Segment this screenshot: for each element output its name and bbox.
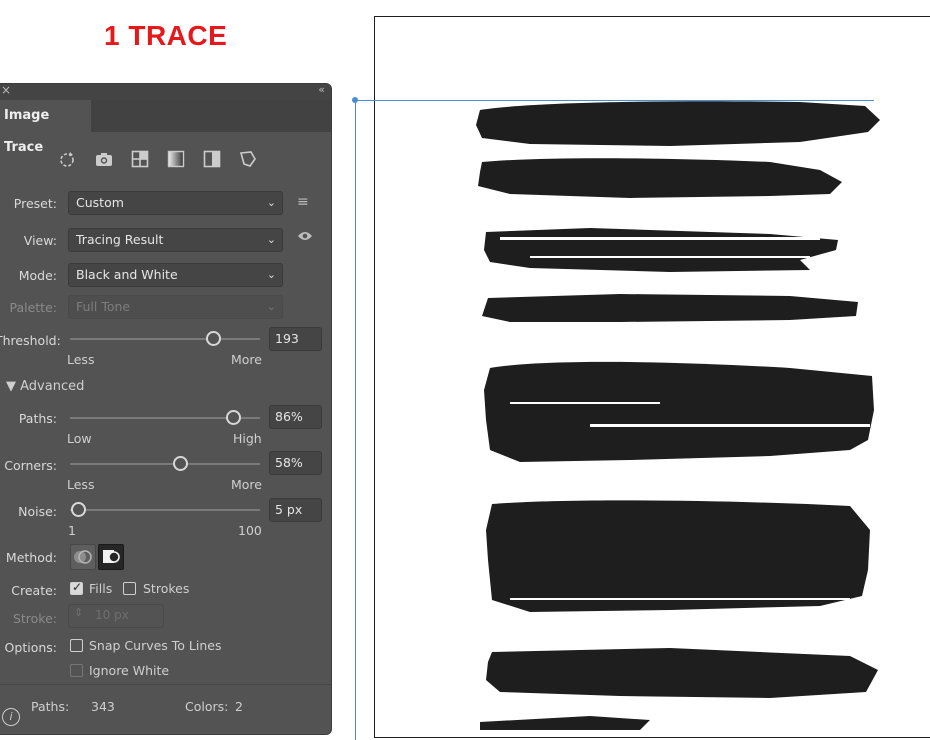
brush-stroke-3-streak-2 — [530, 256, 810, 258]
brush-stroke-6 — [486, 500, 870, 612]
grayscale-icon[interactable] — [165, 148, 187, 170]
palette-value: Full Tone — [76, 299, 131, 314]
chevron-down-icon: ⌄ — [266, 233, 276, 246]
page-heading: 1 TRACE — [104, 20, 228, 51]
corners-max-label: More — [231, 477, 262, 492]
preset-value: Custom — [76, 195, 124, 210]
disclosure-triangle-icon: ▼ — [6, 379, 16, 394]
threshold-label: Threshold: — [0, 333, 61, 348]
corners-min-label: Less — [67, 477, 95, 492]
threshold-input[interactable]: 193 — [269, 327, 322, 351]
corners-slider-knob[interactable] — [173, 456, 189, 471]
mode-dropdown[interactable]: Black and White ⌄ — [68, 263, 283, 287]
palette-dropdown: Full Tone ⌄ — [68, 295, 283, 319]
brush-stroke-4 — [482, 294, 858, 322]
chevron-down-icon: ⌄ — [266, 196, 276, 209]
mode-label: Mode: — [18, 268, 57, 283]
image-trace-panel: × « Image Trace Preset: Custom ⌄ ≡ View: — [0, 83, 332, 735]
fills-label: Fills — [89, 581, 113, 596]
advanced-label: Advanced — [20, 379, 85, 394]
divider — [0, 684, 331, 685]
stroke-stepper: ⇕ 10 px — [68, 604, 164, 628]
strokes-checkbox[interactable] — [123, 582, 136, 595]
stroke-label: Stroke: — [12, 611, 57, 626]
corners-slider[interactable] — [70, 456, 260, 471]
panel-titlebar[interactable]: × « — [0, 83, 331, 100]
brush-stroke-3 — [484, 228, 838, 272]
stats-colors-label: Colors: — [185, 699, 229, 714]
brush-stroke-8 — [480, 716, 650, 730]
chevron-down-icon: ⌄ — [266, 268, 276, 281]
brush-stroke-7 — [486, 648, 878, 698]
stroke-value: 10 px — [95, 608, 129, 622]
ignore-white-label: Ignore White — [89, 663, 170, 678]
preset-label: Preset: — [13, 196, 57, 211]
paths-slider-knob[interactable] — [226, 410, 242, 425]
noise-min-label: 1 — [68, 523, 76, 538]
view-value: Tracing Result — [76, 232, 164, 247]
paths-slider[interactable] — [70, 410, 260, 425]
brush-stroke-6-streak — [510, 598, 850, 600]
eye-icon[interactable] — [297, 230, 313, 246]
preset-list-icon[interactable]: ≡ — [297, 194, 309, 210]
chevron-down-icon: ⌄ — [266, 300, 276, 313]
advanced-toggle[interactable]: ▼ Advanced — [6, 379, 84, 394]
panel-tabbar: Image Trace — [0, 100, 331, 155]
noise-max-label: 100 — [238, 523, 262, 538]
brush-stroke-1 — [476, 101, 880, 146]
auto-color-icon[interactable] — [57, 148, 79, 170]
outline-icon[interactable] — [237, 148, 259, 170]
view-dropdown[interactable]: Tracing Result ⌄ — [68, 228, 283, 252]
stepper-arrows-icon: ⇕ — [74, 606, 84, 619]
camera-icon[interactable] — [93, 148, 115, 170]
corners-label: Corners: — [4, 458, 57, 473]
abutting-method-button[interactable] — [70, 544, 96, 570]
brush-stroke-3-streak — [500, 237, 820, 240]
ignore-white-checkbox — [70, 664, 83, 677]
threshold-max-label: More — [231, 352, 262, 367]
overlapping-method-button[interactable] — [98, 544, 124, 570]
view-label: View: — [23, 233, 57, 248]
paths-max-label: High — [233, 431, 262, 446]
brush-stroke-5-streak-2 — [510, 402, 660, 404]
noise-slider-knob[interactable] — [70, 502, 86, 517]
fills-checkbox[interactable] — [70, 580, 83, 595]
snap-curves-checkbox[interactable] — [70, 639, 83, 652]
stats-colors-value: 2 — [235, 699, 243, 714]
noise-slider[interactable] — [70, 502, 260, 517]
low-color-grid-icon[interactable] — [129, 148, 151, 170]
snap-curves-label: Snap Curves To Lines — [89, 638, 222, 653]
preset-dropdown[interactable]: Custom ⌄ — [68, 191, 283, 215]
guide-origin[interactable] — [352, 97, 358, 103]
corners-input[interactable]: 58% — [269, 451, 322, 475]
paths-label: Paths: — [18, 411, 57, 426]
mode-value: Black and White — [76, 267, 178, 282]
stats-paths-label: Paths: — [31, 699, 70, 714]
threshold-slider[interactable] — [70, 331, 260, 346]
paths-min-label: Low — [67, 431, 92, 446]
black-and-white-icon[interactable] — [201, 148, 223, 170]
tab-image-trace[interactable]: Image Trace — [0, 100, 91, 155]
create-label: Create: — [11, 583, 57, 598]
brush-stroke-2 — [478, 158, 842, 198]
threshold-slider-knob[interactable] — [205, 331, 221, 346]
threshold-min-label: Less — [67, 352, 95, 367]
noise-input[interactable]: 5 px — [269, 498, 322, 522]
options-label: Options: — [4, 640, 57, 655]
noise-label: Noise: — [18, 504, 57, 519]
guide-vertical[interactable] — [355, 100, 356, 740]
paths-input[interactable]: 86% — [269, 405, 322, 429]
brush-stroke-5 — [484, 361, 874, 462]
info-icon[interactable]: i — [2, 708, 20, 726]
preset-icon-row — [57, 148, 259, 170]
stats-paths-value: 343 — [91, 699, 115, 714]
strokes-label: Strokes — [143, 581, 190, 596]
traced-brush-strokes[interactable] — [470, 90, 890, 730]
collapse-panel-icon[interactable]: « — [318, 83, 325, 96]
close-icon[interactable]: × — [1, 83, 11, 97]
method-label: Method: — [5, 550, 57, 565]
brush-stroke-5-streak — [590, 424, 870, 427]
palette-label: Palette: — [9, 300, 57, 315]
